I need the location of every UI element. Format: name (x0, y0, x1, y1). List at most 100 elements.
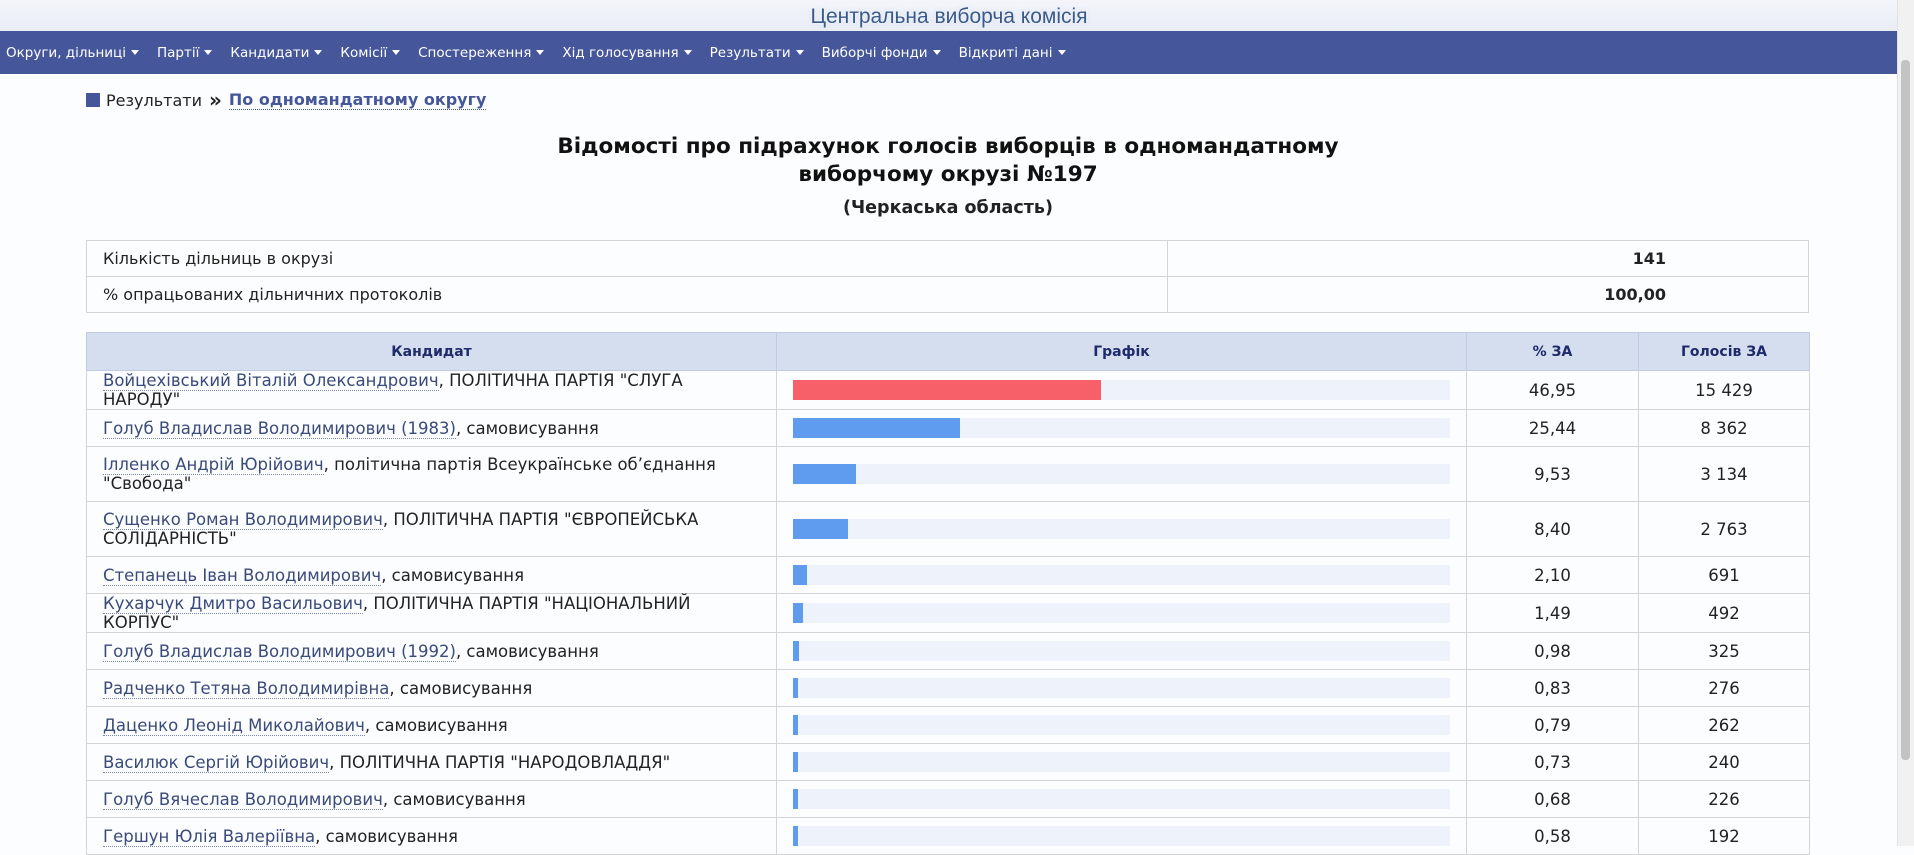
bar-track (793, 789, 1450, 809)
nav-item-label: Кандидати (230, 44, 310, 61)
vote-bar (793, 519, 849, 539)
nav-item-results[interactable]: Результати (710, 45, 804, 61)
vote-bar (793, 464, 856, 484)
breadcrumb: Результати » По одномандатному округу (86, 88, 487, 112)
caret-down-icon (204, 50, 213, 55)
nav-item-observation[interactable]: Спостереження (418, 45, 545, 61)
votes-cell: 192 (1638, 817, 1810, 855)
bar-track (793, 678, 1450, 698)
caret-down-icon (314, 50, 323, 55)
table-row: Кухарчук Дмитро Васильович, ПОЛІТИЧНА ПА… (86, 593, 1810, 633)
percent-cell: 0,79 (1466, 706, 1639, 744)
chart-cell (776, 632, 1467, 670)
candidate-name-link[interactable]: Радченко Тетяна Володимирівна (103, 678, 390, 699)
page-subtitle: (Черкаська область) (843, 198, 1053, 218)
candidate-name-link[interactable]: Голуб Владислав Володимирович (1992) (103, 641, 456, 662)
candidate-name-link[interactable]: Войцехівський Віталій Олександрович (103, 371, 439, 391)
candidate-cell: Радченко Тетяна Володимирівна, самовисув… (86, 669, 777, 707)
bar-track (793, 603, 1450, 623)
summary-row: Кількість дільниць в окрузі 141 (86, 240, 1810, 277)
vote-bar (793, 565, 807, 585)
nav-item-label: Відкриті дані (958, 44, 1053, 61)
table-row: Голуб Вячеслав Володимирович, самовисува… (86, 780, 1810, 818)
candidate-cell: Голуб Вячеслав Володимирович, самовисува… (86, 780, 777, 818)
bar-track (793, 380, 1450, 400)
candidate-name-link[interactable]: Василюк Сергій Юрійович (103, 752, 330, 773)
square-bullet-icon (86, 93, 100, 107)
caret-down-icon (392, 50, 401, 55)
main-nav: Округи, дільниці Партії Кандидати Комісі… (0, 31, 1898, 74)
candidate-name-link[interactable]: Ілленко Андрій Юрійович (103, 455, 324, 475)
summary-value: 141 (1166, 240, 1810, 277)
votes-cell: 226 (1638, 780, 1810, 818)
breadcrumb-current-link[interactable]: По одномандатному округу (228, 90, 487, 110)
caret-down-icon (683, 50, 692, 55)
percent-cell: 0,73 (1466, 743, 1639, 781)
nav-item-commissions[interactable]: Комісії (340, 44, 401, 61)
vote-bar (793, 678, 799, 698)
chart-cell (776, 370, 1467, 410)
votes-cell: 3 134 (1638, 446, 1810, 502)
candidate-cell: Даценко Леонід Миколайович, самовисуванн… (86, 706, 777, 744)
caret-down-icon (536, 50, 545, 55)
percent-cell: 8,40 (1466, 501, 1639, 557)
column-header-candidate: Кандидат (86, 332, 777, 371)
bar-track (793, 418, 1450, 438)
candidate-party: , самовисування (364, 715, 508, 735)
votes-cell: 691 (1638, 556, 1810, 594)
nav-item-districts[interactable]: Округи, дільниці (6, 45, 139, 61)
nav-item-label: Округи, дільниці (6, 44, 126, 61)
candidate-party: , самовисування (381, 565, 525, 585)
candidate-name-link[interactable]: Голуб Владислав Володимирович (1983) (103, 418, 456, 439)
chart-cell (776, 409, 1467, 447)
breadcrumb-separator: » (208, 88, 222, 112)
votes-cell: 240 (1638, 743, 1810, 781)
candidate-name-link[interactable]: Кухарчук Дмитро Васильович (103, 594, 363, 614)
percent-cell: 9,53 (1466, 446, 1639, 502)
nav-item-label: Комісії (340, 44, 388, 61)
chart-cell (776, 706, 1467, 744)
candidate-cell: Ілленко Андрій Юрійович, політична парті… (86, 446, 777, 502)
results-header-row: Кандидат Графік % ЗА Голосів ЗА (86, 332, 1810, 371)
results-table: Кандидат Графік % ЗА Голосів ЗА Войцехів… (86, 332, 1810, 855)
candidate-name-link[interactable]: Сущенко Роман Володимирович (103, 510, 383, 530)
vote-bar (793, 715, 799, 735)
summary-label: % опрацьованих дільничних протоколів (86, 276, 1168, 313)
candidate-name-link[interactable]: Гершун Юлія Валеріївна (103, 826, 316, 847)
candidate-cell: Гершун Юлія Валеріївна, самовисування (86, 817, 777, 855)
percent-cell: 1,49 (1466, 593, 1639, 633)
candidate-party: , самовисування (455, 418, 599, 438)
candidate-name-link[interactable]: Даценко Леонід Миколайович (103, 715, 365, 736)
table-row: Степанець Іван Володимирович, самовисува… (86, 556, 1810, 594)
nav-item-election-funds[interactable]: Виборчі фонди (822, 45, 941, 61)
candidate-cell: Голуб Владислав Володимирович (1983), са… (86, 409, 777, 447)
votes-cell: 2 763 (1638, 501, 1810, 557)
votes-cell: 8 362 (1638, 409, 1810, 447)
nav-item-voting-progress[interactable]: Хід голосування (562, 45, 692, 61)
bar-track (793, 464, 1450, 484)
candidate-name-link[interactable]: Голуб Вячеслав Володимирович (103, 789, 383, 810)
percent-cell: 0,68 (1466, 780, 1639, 818)
vote-bar (793, 789, 799, 809)
table-row: Войцехівський Віталій Олександрович, ПОЛ… (86, 370, 1810, 410)
table-row: Ілленко Андрій Юрійович, політична парті… (86, 446, 1810, 502)
candidate-party: , самовисування (382, 789, 526, 809)
nav-item-open-data[interactable]: Відкриті дані (959, 45, 1066, 61)
candidate-cell: Войцехівський Віталій Олександрович, ПОЛ… (86, 370, 777, 410)
page-title-line-2: виборчому окрузі №197 (798, 162, 1098, 187)
votes-cell: 15 429 (1638, 370, 1810, 410)
vertical-scrollbar[interactable] (1897, 0, 1914, 846)
candidate-name-link[interactable]: Степанець Іван Володимирович (103, 565, 382, 586)
summary-row: % опрацьованих дільничних протоколів 100… (86, 276, 1810, 313)
nav-item-candidates[interactable]: Кандидати (230, 44, 323, 61)
bar-track (793, 519, 1450, 539)
site-header: Центральна виборча комісія (0, 0, 1898, 31)
vote-bar (793, 380, 1102, 400)
percent-cell: 25,44 (1466, 409, 1639, 447)
chart-cell (776, 501, 1467, 557)
caret-down-icon (1057, 50, 1066, 55)
table-row: Даценко Леонід Миколайович, самовисуванн… (86, 706, 1810, 744)
vote-bar (793, 641, 800, 661)
scrollbar-thumb[interactable] (1901, 60, 1910, 760)
nav-item-parties[interactable]: Партії (157, 45, 213, 61)
